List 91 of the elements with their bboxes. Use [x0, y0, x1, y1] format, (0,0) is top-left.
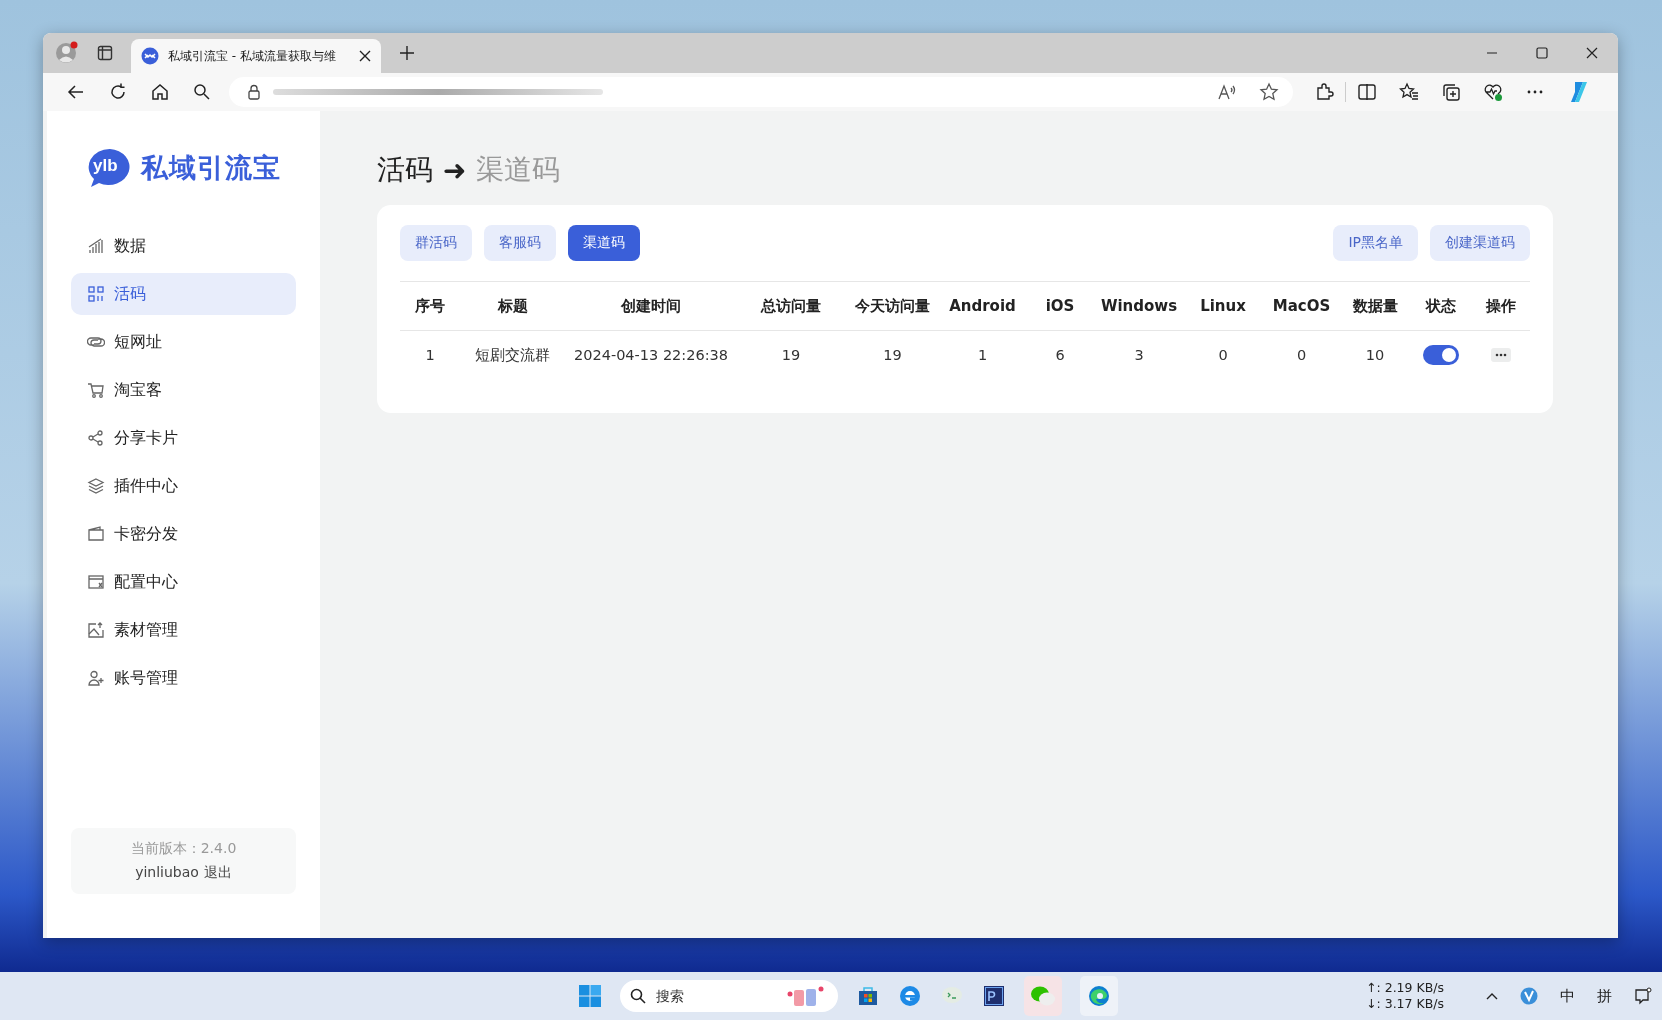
version-text: 当前版本：2.4.0	[130, 840, 237, 858]
close-icon[interactable]	[1586, 47, 1598, 59]
profile-icon[interactable]	[55, 41, 79, 65]
collections-icon[interactable]	[1441, 82, 1461, 102]
menu-item[interactable]: 卡密分发	[71, 513, 296, 555]
config-icon	[87, 573, 105, 591]
action-button[interactable]: 创建渠道码	[1430, 225, 1530, 261]
column-header: 总访问量	[759, 296, 822, 316]
lock-icon	[247, 84, 261, 100]
table-cell-text: 0	[1295, 347, 1308, 363]
search-field[interactable]: 搜索	[654, 987, 778, 1005]
status-toggle[interactable]	[1423, 345, 1459, 365]
table-cell-text: 短剧交流群	[474, 345, 551, 365]
menu-item[interactable]: 数据	[71, 225, 296, 267]
logout-link[interactable]: 退出	[203, 864, 232, 882]
favorites-icon[interactable]	[1399, 82, 1419, 102]
logo-text: 私域引流宝	[141, 151, 281, 185]
caret-icon[interactable]	[1486, 992, 1498, 1000]
column-header: Windows	[1099, 297, 1179, 315]
table-cell-text: 1	[424, 347, 436, 363]
menu-item[interactable]: 配置中心	[71, 561, 296, 603]
ime-language[interactable]: 中	[1560, 986, 1575, 1006]
column-header: iOS	[1044, 297, 1076, 315]
more-icon[interactable]	[1491, 348, 1511, 362]
column-header: 今天访问量	[854, 296, 931, 316]
new-tab-icon[interactable]	[399, 45, 415, 61]
menu-item[interactable]: 淘宝客	[71, 369, 296, 411]
menu-item[interactable]: 短网址	[71, 321, 296, 363]
extensions-icon[interactable]	[1314, 82, 1334, 102]
download-speed: ↓: 3.17 KB/s	[1366, 996, 1444, 1012]
column-header: MacOS	[1271, 297, 1332, 315]
logo-mark: ylb	[93, 156, 118, 176]
tab[interactable]: 渠道码	[568, 225, 640, 261]
page-subtitle: 渠道码	[476, 152, 561, 188]
health-icon[interactable]	[1483, 82, 1503, 102]
menu-item[interactable]: 插件中心	[71, 465, 296, 507]
maximize-icon[interactable]	[1536, 47, 1548, 59]
menu-item[interactable]: 账号管理	[71, 657, 296, 699]
refresh-icon[interactable]	[108, 82, 128, 102]
action-button[interactable]: IP黑名单	[1333, 225, 1418, 261]
search-icon	[630, 988, 646, 1004]
layers-icon	[87, 477, 105, 495]
table-cell-text: 1	[976, 347, 989, 363]
start-icon[interactable]	[578, 984, 602, 1008]
share-icon	[87, 429, 105, 447]
table-cell-text: 0	[1217, 347, 1229, 363]
store-icon[interactable]	[856, 984, 880, 1008]
username: yinliubao	[135, 864, 199, 882]
card-icon	[87, 525, 105, 543]
search-icon[interactable]	[192, 82, 212, 102]
chart-icon	[87, 237, 105, 255]
column-header: 数据量	[1351, 296, 1399, 316]
table-cell-text: 10	[1364, 347, 1386, 363]
luggage-icon	[786, 984, 826, 1008]
column-header: 操作	[1485, 296, 1517, 316]
column-header: 标题	[496, 296, 529, 316]
upload-speed: ↑: 2.19 KB/s	[1366, 980, 1444, 996]
read-aloud-icon[interactable]	[1217, 82, 1237, 102]
taskbar-search[interactable]: 搜索	[620, 980, 838, 1012]
column-header: 序号	[414, 296, 446, 316]
table-cell-text: 19	[882, 347, 903, 363]
page-title: 活码	[377, 152, 433, 188]
image-icon	[87, 621, 105, 639]
table-cell-text: 2024-04-13 22:26:38	[573, 347, 729, 363]
tab-actions-icon[interactable]	[97, 45, 113, 61]
split-screen-icon[interactable]	[1357, 82, 1377, 102]
grid-icon	[87, 285, 105, 303]
menu-item[interactable]: 分享卡片	[71, 417, 296, 459]
column-header: 创建时间	[620, 296, 682, 316]
notification-icon[interactable]	[1634, 987, 1652, 1005]
column-header: Linux	[1199, 297, 1247, 315]
site-favicon-icon	[141, 47, 159, 65]
arrow-glyph: ➜	[443, 153, 467, 187]
tab-title: 私域引流宝 - 私域流量获取与维	[168, 47, 337, 65]
star-icon[interactable]	[1259, 82, 1279, 102]
user-icon	[87, 669, 105, 687]
table-cell-text: 19	[780, 347, 802, 363]
table-cell-text: 6	[1054, 347, 1066, 363]
close-tab-icon[interactable]	[359, 50, 371, 62]
browser-tab[interactable]: 私域引流宝 - 私域流量获取与维	[131, 39, 381, 73]
ime-mode[interactable]: 拼	[1597, 986, 1612, 1006]
cart-icon	[87, 381, 105, 399]
tray-app-icon[interactable]	[1520, 987, 1538, 1005]
menu-item[interactable]: 素材管理	[71, 609, 296, 651]
tab[interactable]: 群活码	[400, 225, 472, 261]
tab[interactable]: 客服码	[484, 225, 556, 261]
table-cell-text: 3	[1133, 347, 1145, 363]
column-header: 状态	[1424, 296, 1457, 316]
home-icon[interactable]	[150, 82, 170, 102]
column-header: Android	[948, 297, 1017, 315]
menu-item[interactable]: 活码	[71, 273, 296, 315]
